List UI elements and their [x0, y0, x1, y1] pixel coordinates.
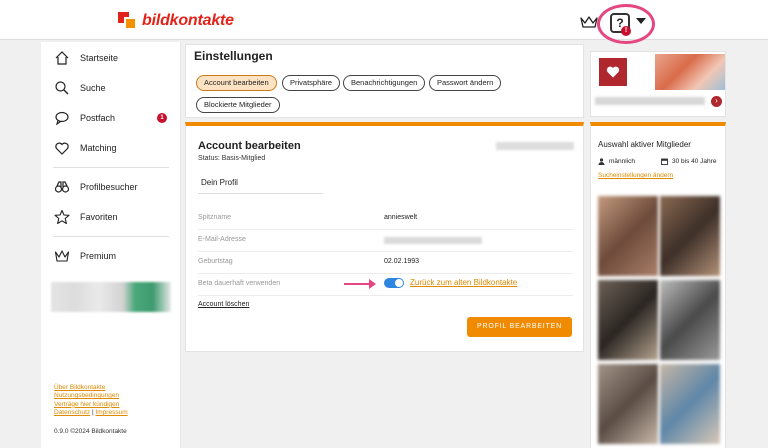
crown-icon	[54, 250, 70, 262]
sidebar-item-label: Postfach	[80, 113, 116, 123]
binoculars-icon	[54, 181, 70, 193]
blurred-promo-banner[interactable]	[51, 282, 171, 312]
sidebar-item-postfach[interactable]: Postfach 1	[41, 105, 181, 131]
toggle-knob	[395, 279, 403, 287]
footer-link-about[interactable]: Über Bildkontakte	[54, 384, 128, 392]
field-label: Spitzname	[198, 214, 232, 221]
member-thumbnail[interactable]	[598, 280, 658, 360]
logo-text: bildkontakte	[142, 12, 234, 29]
beta-toggle[interactable]	[384, 278, 404, 288]
unread-count-badge: 1	[157, 113, 167, 123]
active-members-panel: Auswahl aktiver Mitglieder männlich 30 b…	[590, 122, 726, 448]
top-bar: bildkontakte ? !	[0, 0, 768, 44]
sidebar-item-label: Profilbesucher	[80, 182, 138, 192]
footer-link-terms[interactable]: Nutzungsbedingungen	[54, 392, 128, 400]
field-row-email: E-Mail-Adresse	[198, 230, 573, 252]
chat-bubble-icon	[55, 111, 69, 126]
blurred-user-id	[496, 142, 574, 150]
field-row-nickname: Spitzname annieswelt	[198, 208, 573, 230]
help-notification-badge: !	[621, 26, 631, 36]
gender-filter: männlich	[598, 158, 635, 165]
delete-account-link[interactable]: Account löschen	[198, 301, 249, 308]
premium-crown-icon[interactable]	[580, 15, 598, 29]
sidebar-item-startseite[interactable]: Startseite	[41, 45, 181, 71]
field-label: E-Mail-Adresse	[198, 236, 246, 243]
pink-arrow-annotation	[344, 279, 376, 289]
footer-separator: |	[91, 409, 94, 417]
account-panel: Account bearbeiten Status: Basis-Mitglie…	[185, 122, 584, 352]
change-search-settings-link[interactable]: Sucheinstellungen ändern	[598, 172, 673, 179]
back-to-old-site-link[interactable]: Zurück zum alten Bildkontakte	[410, 278, 517, 287]
ad-banner[interactable]: ›	[590, 51, 726, 117]
member-thumbnail[interactable]	[660, 196, 720, 276]
logo-mark-icon	[118, 12, 138, 30]
sidebar-item-label: Matching	[80, 143, 117, 153]
blurred-ad-text	[595, 97, 705, 105]
field-row-beta: Beta dauerhaft verwenden Zurück zum alte…	[198, 274, 573, 296]
profile-heading-divider	[198, 193, 323, 194]
sidebar-item-suche[interactable]: Suche	[41, 75, 181, 101]
member-thumbnail[interactable]	[598, 364, 658, 444]
gender-filter-value: männlich	[609, 158, 636, 165]
tab-privatsphaere[interactable]: Privatsphäre	[282, 75, 341, 91]
account-title: Account bearbeiten	[198, 140, 301, 152]
member-thumbnail[interactable]	[660, 364, 720, 444]
footer-link-privacy[interactable]: Datenschutz	[54, 409, 90, 416]
tab-passwort-aendern[interactable]: Passwort ändern	[429, 75, 502, 91]
member-thumbnail[interactable]	[660, 280, 720, 360]
sidebar-item-premium[interactable]: Premium	[41, 243, 181, 269]
footer-link-cancel-contracts[interactable]: Verträge hier kündigen	[54, 401, 128, 409]
sidebar: Startseite Suche Postfach 1 Matching Pro…	[41, 42, 181, 448]
field-label: Beta dauerhaft verwenden	[198, 280, 281, 287]
field-label: Geburtstag	[198, 258, 233, 265]
field-row-birthday: Geburtstag 02.02.1993	[198, 252, 573, 274]
member-thumbnail[interactable]	[598, 196, 658, 276]
sidebar-item-label: Suche	[80, 83, 106, 93]
sidebar-item-matching[interactable]: Matching	[41, 135, 181, 161]
footer-link-imprint[interactable]: Impressum	[95, 409, 127, 416]
calendar-icon	[661, 158, 668, 165]
heart-hand-icon	[55, 142, 69, 155]
sidebar-item-label: Favoriten	[80, 212, 118, 222]
membership-status: Status: Basis-Mitglied	[198, 155, 266, 162]
user-icon	[598, 158, 605, 165]
tab-benachrichtigungen[interactable]: Benachrichtigungen	[343, 75, 426, 91]
sidebar-item-favoriten[interactable]: Favoriten	[41, 204, 181, 230]
profile-heading: Dein Profil	[201, 178, 238, 187]
version-copyright: 0.9.0 ©2024 Bildkontakte	[54, 428, 127, 435]
footer-links: Über Bildkontakte Nutzungsbedingungen Ve…	[54, 384, 128, 418]
settings-panel: Einstellungen Account bearbeiten Privats…	[185, 44, 584, 118]
tab-account-bearbeiten[interactable]: Account bearbeiten	[196, 75, 277, 91]
nav-divider	[53, 236, 169, 237]
nav-divider	[53, 167, 169, 168]
account-menu-dropdown-icon[interactable]	[636, 18, 646, 24]
sidebar-item-label: Premium	[80, 251, 117, 261]
search-icon	[55, 81, 69, 95]
edit-profile-button[interactable]: PROFIL BEARBEITEN	[467, 317, 572, 337]
heart-logo-icon	[599, 58, 627, 86]
age-filter: 30 bis 40 Jahre	[661, 158, 716, 165]
blurred-email-value	[384, 237, 482, 244]
sidebar-item-label: Startseite	[80, 53, 119, 63]
footer-link-row: Datenschutz | Impressum	[54, 409, 128, 417]
birthday-value: 02.02.1993	[384, 258, 420, 265]
bildkontakte-logo[interactable]: bildkontakte	[118, 12, 234, 30]
star-icon	[54, 209, 70, 225]
sidebar-item-profilbesucher[interactable]: Profilbesucher	[41, 174, 181, 200]
tab-blockierte-mitglieder[interactable]: Blockierte Mitglieder	[196, 97, 280, 113]
ad-photo	[655, 54, 725, 90]
age-filter-value: 30 bis 40 Jahre	[672, 158, 717, 165]
ad-next-arrow-icon[interactable]: ›	[711, 96, 722, 107]
home-icon	[55, 51, 69, 65]
nickname-value: annieswelt	[384, 214, 418, 221]
settings-title: Einstellungen	[194, 49, 273, 63]
members-title: Auswahl aktiver Mitglieder	[598, 140, 691, 149]
